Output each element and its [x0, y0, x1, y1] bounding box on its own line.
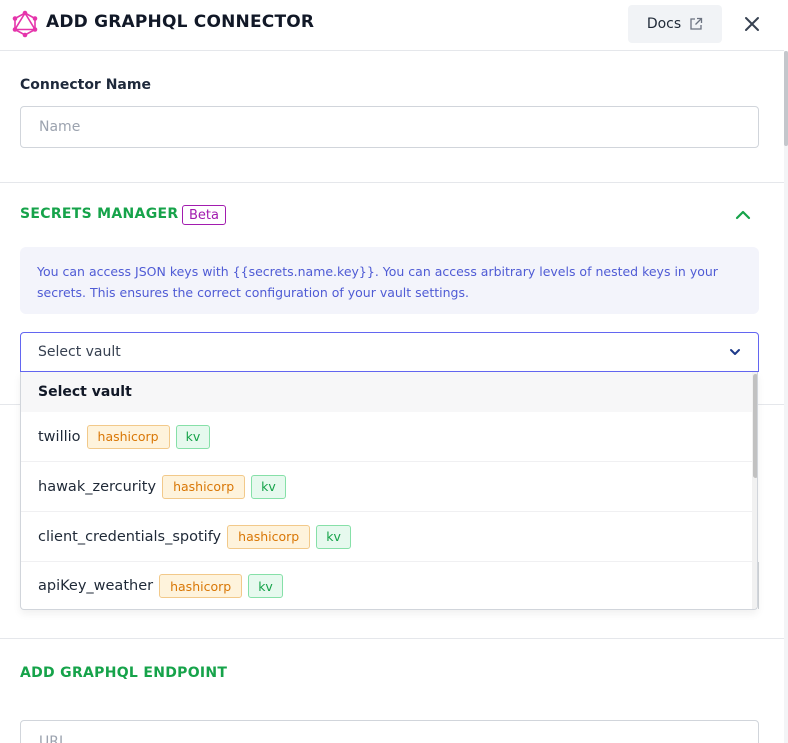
graphql-logo-icon — [12, 10, 38, 38]
vault-engine-tag: kv — [316, 524, 351, 549]
connector-name-input[interactable] — [20, 106, 759, 148]
section-divider — [0, 182, 784, 183]
docs-label: Docs — [646, 16, 682, 32]
secrets-manager-title: SECRETS MANAGER — [20, 206, 179, 222]
vault-type-tag: hashicorp — [159, 574, 243, 598]
vault-option[interactable]: hawak_zercurity hashicorp kv — [21, 462, 752, 512]
section-divider — [0, 638, 784, 639]
vault-select[interactable]: Select vault — [20, 332, 759, 372]
endpoint-url-input[interactable] — [20, 720, 759, 743]
vault-option[interactable]: client_credentials_spotify hashicorp kv — [21, 512, 752, 562]
vault-engine-tag: kv — [251, 474, 286, 499]
external-link-icon — [690, 17, 703, 30]
dropdown-header[interactable]: Select vault — [21, 372, 752, 412]
vault-name: client_credentials_spotify — [38, 528, 222, 545]
vault-name: twillio — [38, 428, 81, 445]
beta-badge: Beta — [182, 205, 226, 225]
chevron-down-icon — [730, 349, 740, 355]
secrets-info-box: You can access JSON keys with {{secrets.… — [20, 247, 759, 314]
vault-select-value: Select vault — [38, 344, 121, 360]
vault-option[interactable]: twillio hashicorp kv — [21, 412, 752, 462]
vault-type-tag: hashicorp — [86, 424, 170, 449]
modal-title: ADD GRAPHQL CONNECTOR — [46, 12, 315, 32]
modal-header: ADD GRAPHQL CONNECTOR Docs — [0, 0, 784, 51]
vault-engine-tag: kv — [248, 574, 283, 598]
docs-button[interactable]: Docs — [628, 5, 722, 43]
vault-engine-tag: kv — [175, 424, 211, 449]
vault-name: apiKey_weather — [38, 578, 154, 594]
vault-dropdown: Select vault twillio hashicorp kv hawak_… — [20, 372, 758, 610]
vault-type-tag: hashicorp — [227, 524, 311, 549]
panel-scrollbar-track[interactable] — [784, 51, 788, 743]
dropdown-scrollbar-thumb[interactable] — [753, 374, 757, 478]
vault-type-tag: hashicorp — [162, 474, 246, 499]
close-icon[interactable] — [740, 12, 764, 36]
panel-scrollbar-thumb[interactable] — [784, 51, 788, 146]
chevron-up-icon[interactable] — [732, 206, 754, 224]
vault-option[interactable]: apiKey_weather hashicorp kv — [21, 561, 752, 609]
connector-name-label: Connector Name — [20, 77, 151, 93]
graphql-endpoint-title: ADD GRAPHQL ENDPOINT — [20, 665, 228, 681]
vault-name: hawak_zercurity — [38, 478, 157, 495]
